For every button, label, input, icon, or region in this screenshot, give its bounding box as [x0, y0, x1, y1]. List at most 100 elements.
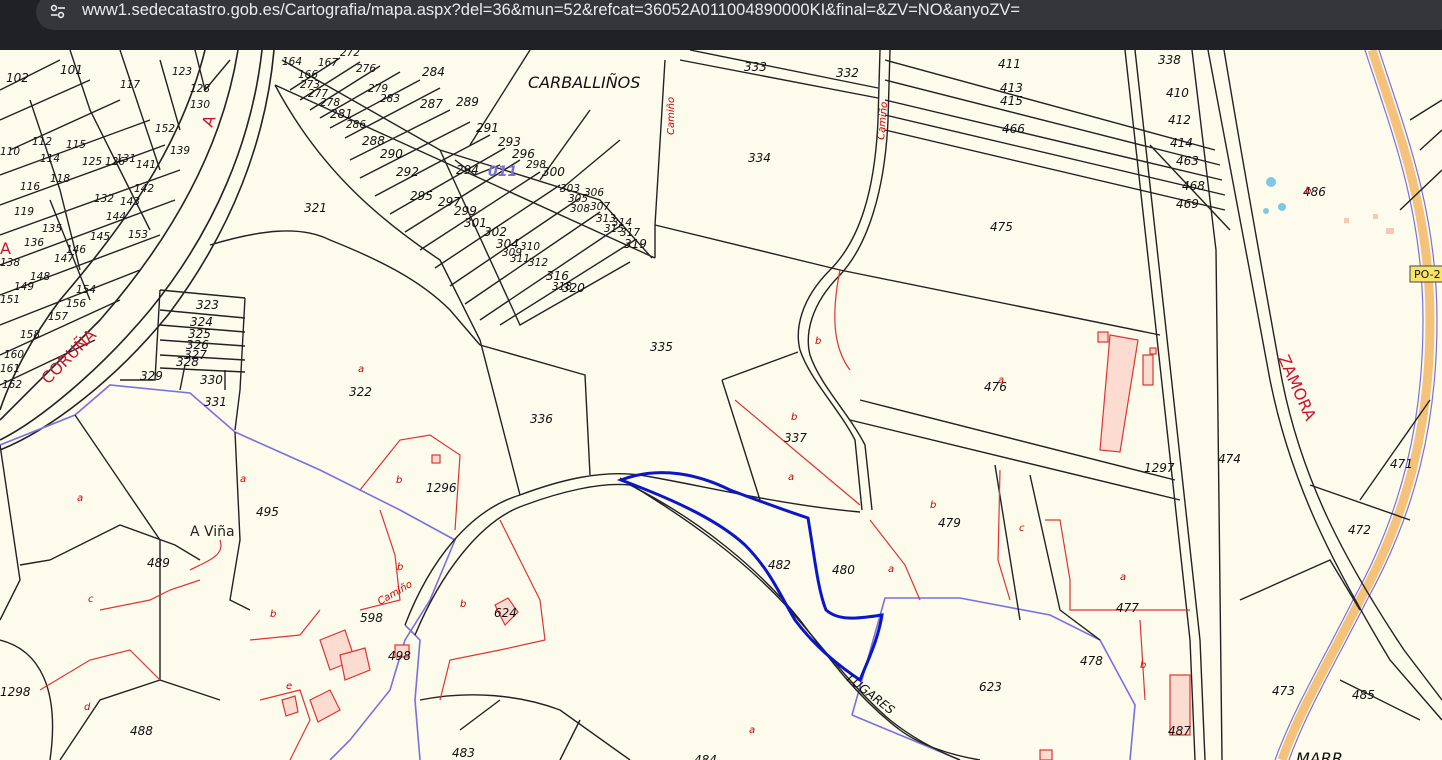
parcel-label: 157	[48, 311, 68, 323]
parcel-label: 287	[420, 97, 443, 111]
parcel-label: 322	[349, 385, 372, 399]
parcel-label: 331	[204, 395, 227, 409]
parcel-label: 323	[196, 298, 219, 312]
parcel-label: 469	[1176, 197, 1199, 211]
parcel-label: 145	[90, 231, 110, 243]
parcel-label: 410	[1166, 86, 1189, 100]
parcel-label: 295	[410, 189, 433, 203]
parcel-label: 472	[1348, 523, 1371, 537]
parcel-label: 118	[50, 173, 70, 185]
parcel-label: 144	[106, 211, 126, 223]
parcel-label: 117	[120, 79, 140, 91]
parcel-label: 329	[140, 369, 163, 383]
parcel-label: 598	[360, 611, 383, 625]
parcel-label: 288	[362, 134, 385, 148]
cadastral-map[interactable]: CORUÑA ZAMORA A A Camiño Camiño Camiño L…	[0, 50, 1442, 760]
parcel-label: 116	[20, 181, 40, 193]
parcel-label: 328	[176, 355, 199, 369]
parcel-label: 466	[1002, 122, 1025, 136]
subparcel-label: a	[358, 364, 364, 375]
subparcel-label: c	[1019, 523, 1025, 534]
place-marr: MARR	[1296, 749, 1343, 760]
parcel-label: 139	[170, 145, 190, 157]
parcel-label: 310	[520, 241, 540, 253]
road-label-a-left: A	[0, 239, 11, 258]
parcel-label: 119	[14, 206, 34, 218]
place-a-vina: A Viña	[190, 524, 235, 540]
parcel-label: 479	[938, 516, 961, 530]
parcel-label: 125	[82, 156, 102, 168]
subparcel-label: a	[998, 375, 1004, 386]
parcel-label: 158	[20, 329, 40, 341]
parcel-label: 485	[1352, 688, 1375, 702]
parcel-label: 474	[1218, 452, 1241, 466]
road-label-camino-1: Camiño	[666, 97, 677, 135]
parcel-label: 300	[542, 165, 565, 179]
parcel-label: 463	[1176, 154, 1199, 168]
subparcel-label: a	[749, 725, 755, 736]
parcel-label: 338	[1158, 53, 1181, 67]
parcel-label: 320	[562, 281, 585, 295]
parcel-label: 136	[24, 237, 44, 249]
subparcel-label: b	[397, 562, 403, 573]
parcel-label: 112	[32, 136, 52, 148]
tune-icon[interactable]	[48, 2, 68, 22]
parcel-label: 128	[190, 83, 210, 95]
subparcel-label: a	[77, 493, 83, 504]
subparcel-label: a	[788, 472, 794, 483]
parcel-label: 131	[116, 153, 136, 165]
parcel-label: 495	[256, 505, 279, 519]
parcel-label: 114	[40, 153, 60, 165]
parcel-label: 283	[380, 93, 400, 105]
parcel-label: 468	[1182, 179, 1205, 193]
parcel-label: 487	[1168, 724, 1191, 738]
parcel-label: 335	[650, 340, 673, 354]
parcel-label: 334	[748, 151, 771, 165]
parcel-label: 624	[494, 606, 517, 620]
parcel-label: 142	[134, 183, 154, 195]
parcel-label: 149	[14, 281, 34, 293]
parcel-label: 477	[1116, 601, 1139, 615]
parcel-label: 162	[2, 379, 22, 391]
parcel-label: 414	[1170, 136, 1193, 150]
parcel-label: 156	[66, 298, 86, 310]
parcel-label: 478	[1080, 654, 1103, 668]
parcel-label: 290	[380, 147, 403, 161]
subparcel-label: a	[888, 564, 894, 575]
parcel-label: 294	[456, 163, 479, 177]
parcel-label: 306	[584, 187, 604, 199]
parcel-label: 411	[998, 57, 1021, 71]
parcel-label: 161	[0, 363, 20, 375]
parcel-label: 164	[282, 56, 302, 68]
bookmarks-bar	[0, 38, 1442, 86]
parcel-label: 471	[1390, 457, 1413, 471]
parcel-label: 130	[190, 99, 210, 111]
parcel-label: 141	[136, 159, 156, 171]
po-shield-label: PO-2	[1414, 268, 1441, 281]
subparcel-label: b	[396, 475, 402, 486]
url-text[interactable]: www1.sedecatastro.gob.es/Cartografia/map…	[82, 1, 1020, 20]
parcel-label: 284	[422, 65, 445, 79]
parcel-label: 154	[76, 284, 96, 296]
subparcel-label: b	[930, 500, 936, 511]
parcel-label: 102	[6, 71, 29, 85]
parcel-label: 412	[1168, 113, 1191, 127]
parcel-label: 308	[570, 203, 590, 215]
subparcel-label: b	[1305, 186, 1311, 197]
parcel-label: 152	[155, 123, 175, 135]
parcel-label: 289	[456, 95, 479, 109]
parcel-label: 291	[476, 121, 499, 135]
parcel-label: 484	[694, 753, 717, 760]
parcel-label: 138	[0, 257, 20, 269]
parcel-label: 312	[528, 257, 548, 269]
parcel-label: 153	[128, 229, 148, 241]
parcel-label: 480	[832, 563, 855, 577]
parcel-label: 330	[200, 373, 223, 387]
subparcel-label: a	[1120, 572, 1126, 583]
parcel-label: 276	[356, 63, 376, 75]
parcel-label: 286	[346, 119, 366, 131]
subparcel-label: a	[240, 474, 246, 485]
parcel-label: 413	[1000, 81, 1023, 95]
parcel-label: 489	[147, 556, 170, 570]
parcel-label: 160	[4, 349, 24, 361]
